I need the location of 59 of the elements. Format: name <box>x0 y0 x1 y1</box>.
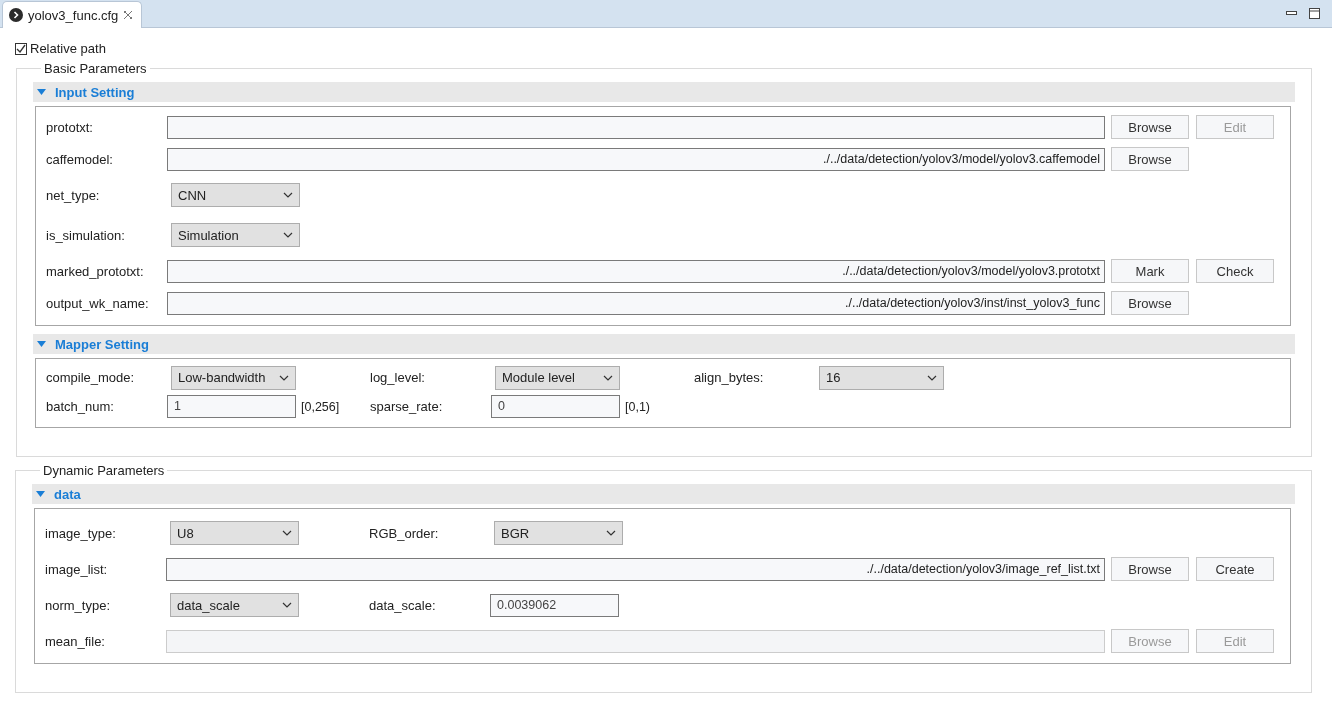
group-title: Dynamic Parameters <box>42 463 166 478</box>
path-field[interactable] <box>167 115 1105 139</box>
dropdown[interactable]: data_scale <box>170 593 299 617</box>
dropdown-caret-icon <box>283 192 293 198</box>
dropdown[interactable]: Low-bandwidth <box>171 365 296 390</box>
button[interactable]: Browse <box>1111 115 1189 139</box>
dropdown[interactable]: CNN <box>171 183 300 207</box>
button[interactable]: Check <box>1196 259 1274 283</box>
button[interactable]: Browse <box>1111 557 1189 581</box>
dropdown-caret-icon <box>603 374 613 381</box>
field-label: norm_type: <box>45 597 112 613</box>
path-field[interactable]: ./../data/detection/yolov3/inst/inst_yolov3_func <box>167 291 1105 315</box>
dropdown-caret-icon <box>283 232 293 238</box>
input-field[interactable]: 0.0039062 <box>490 593 619 617</box>
button[interactable]: Browse <box>1111 291 1189 315</box>
button[interactable]: Create <box>1196 557 1274 581</box>
group-title: Basic Parameters <box>43 61 148 76</box>
dropdown-caret-icon <box>282 530 292 536</box>
field-label: compile_mode: <box>46 370 136 385</box>
field-label: log_level: <box>370 370 426 385</box>
field-label: prototxt: <box>46 119 94 135</box>
dropdown[interactable]: Module level <box>495 365 620 390</box>
path-field[interactable]: ./../data/detection/yolov3/model/yolov3.prototxt <box>167 259 1105 283</box>
dropdown[interactable]: Simulation <box>171 223 300 247</box>
field-label: is_simulation: <box>46 227 126 243</box>
dropdown[interactable]: BGR <box>494 521 623 545</box>
path-field[interactable]: ./../data/detection/yolov3/model/yolov3.caffemodel <box>167 147 1105 171</box>
minimize-icon[interactable] <box>1286 11 1297 16</box>
field-label: batch_num: <box>46 399 115 414</box>
field-label: net_type: <box>46 187 101 203</box>
input-field[interactable]: 1 <box>167 395 296 418</box>
field-label: RGB_order: <box>369 525 440 541</box>
dropdown-caret-icon <box>927 374 937 381</box>
button[interactable]: Mark <box>1111 259 1189 283</box>
editor-tab[interactable]: yolov3_func.cfg <box>2 1 143 28</box>
field-label: align_bytes: <box>694 370 765 385</box>
button[interactable]: Browse <box>1111 147 1189 171</box>
field-label: sparse_rate: <box>370 399 444 414</box>
dropdown[interactable]: U8 <box>170 521 299 545</box>
dropdown-caret-icon <box>282 602 292 608</box>
field-label: caffemodel: <box>46 151 114 167</box>
field-label: marked_prototxt: <box>46 263 145 279</box>
dropdown[interactable]: 16 <box>819 365 944 390</box>
field-label: image_list: <box>45 561 109 577</box>
dropdown-caret-icon <box>606 530 616 536</box>
checkbox[interactable] <box>15 42 27 55</box>
range-hint: [0,1) <box>625 399 650 414</box>
field-label: mean_file: <box>45 633 106 649</box>
maximize-icon[interactable] <box>1309 8 1320 19</box>
close-icon[interactable] <box>123 10 134 20</box>
file-icon <box>9 8 23 22</box>
field-label: image_type: <box>45 525 117 541</box>
checkbox-label: Relative path <box>30 41 106 56</box>
input-field[interactable]: 0 <box>491 395 620 418</box>
path-field[interactable]: ./../data/detection/yolov3/image_ref_list.txt <box>166 557 1105 581</box>
range-hint: [0,256] <box>301 399 340 414</box>
field-label: output_wk_name: <box>46 295 150 311</box>
field-label: data_scale: <box>369 597 437 613</box>
dropdown-caret-icon <box>279 374 289 381</box>
